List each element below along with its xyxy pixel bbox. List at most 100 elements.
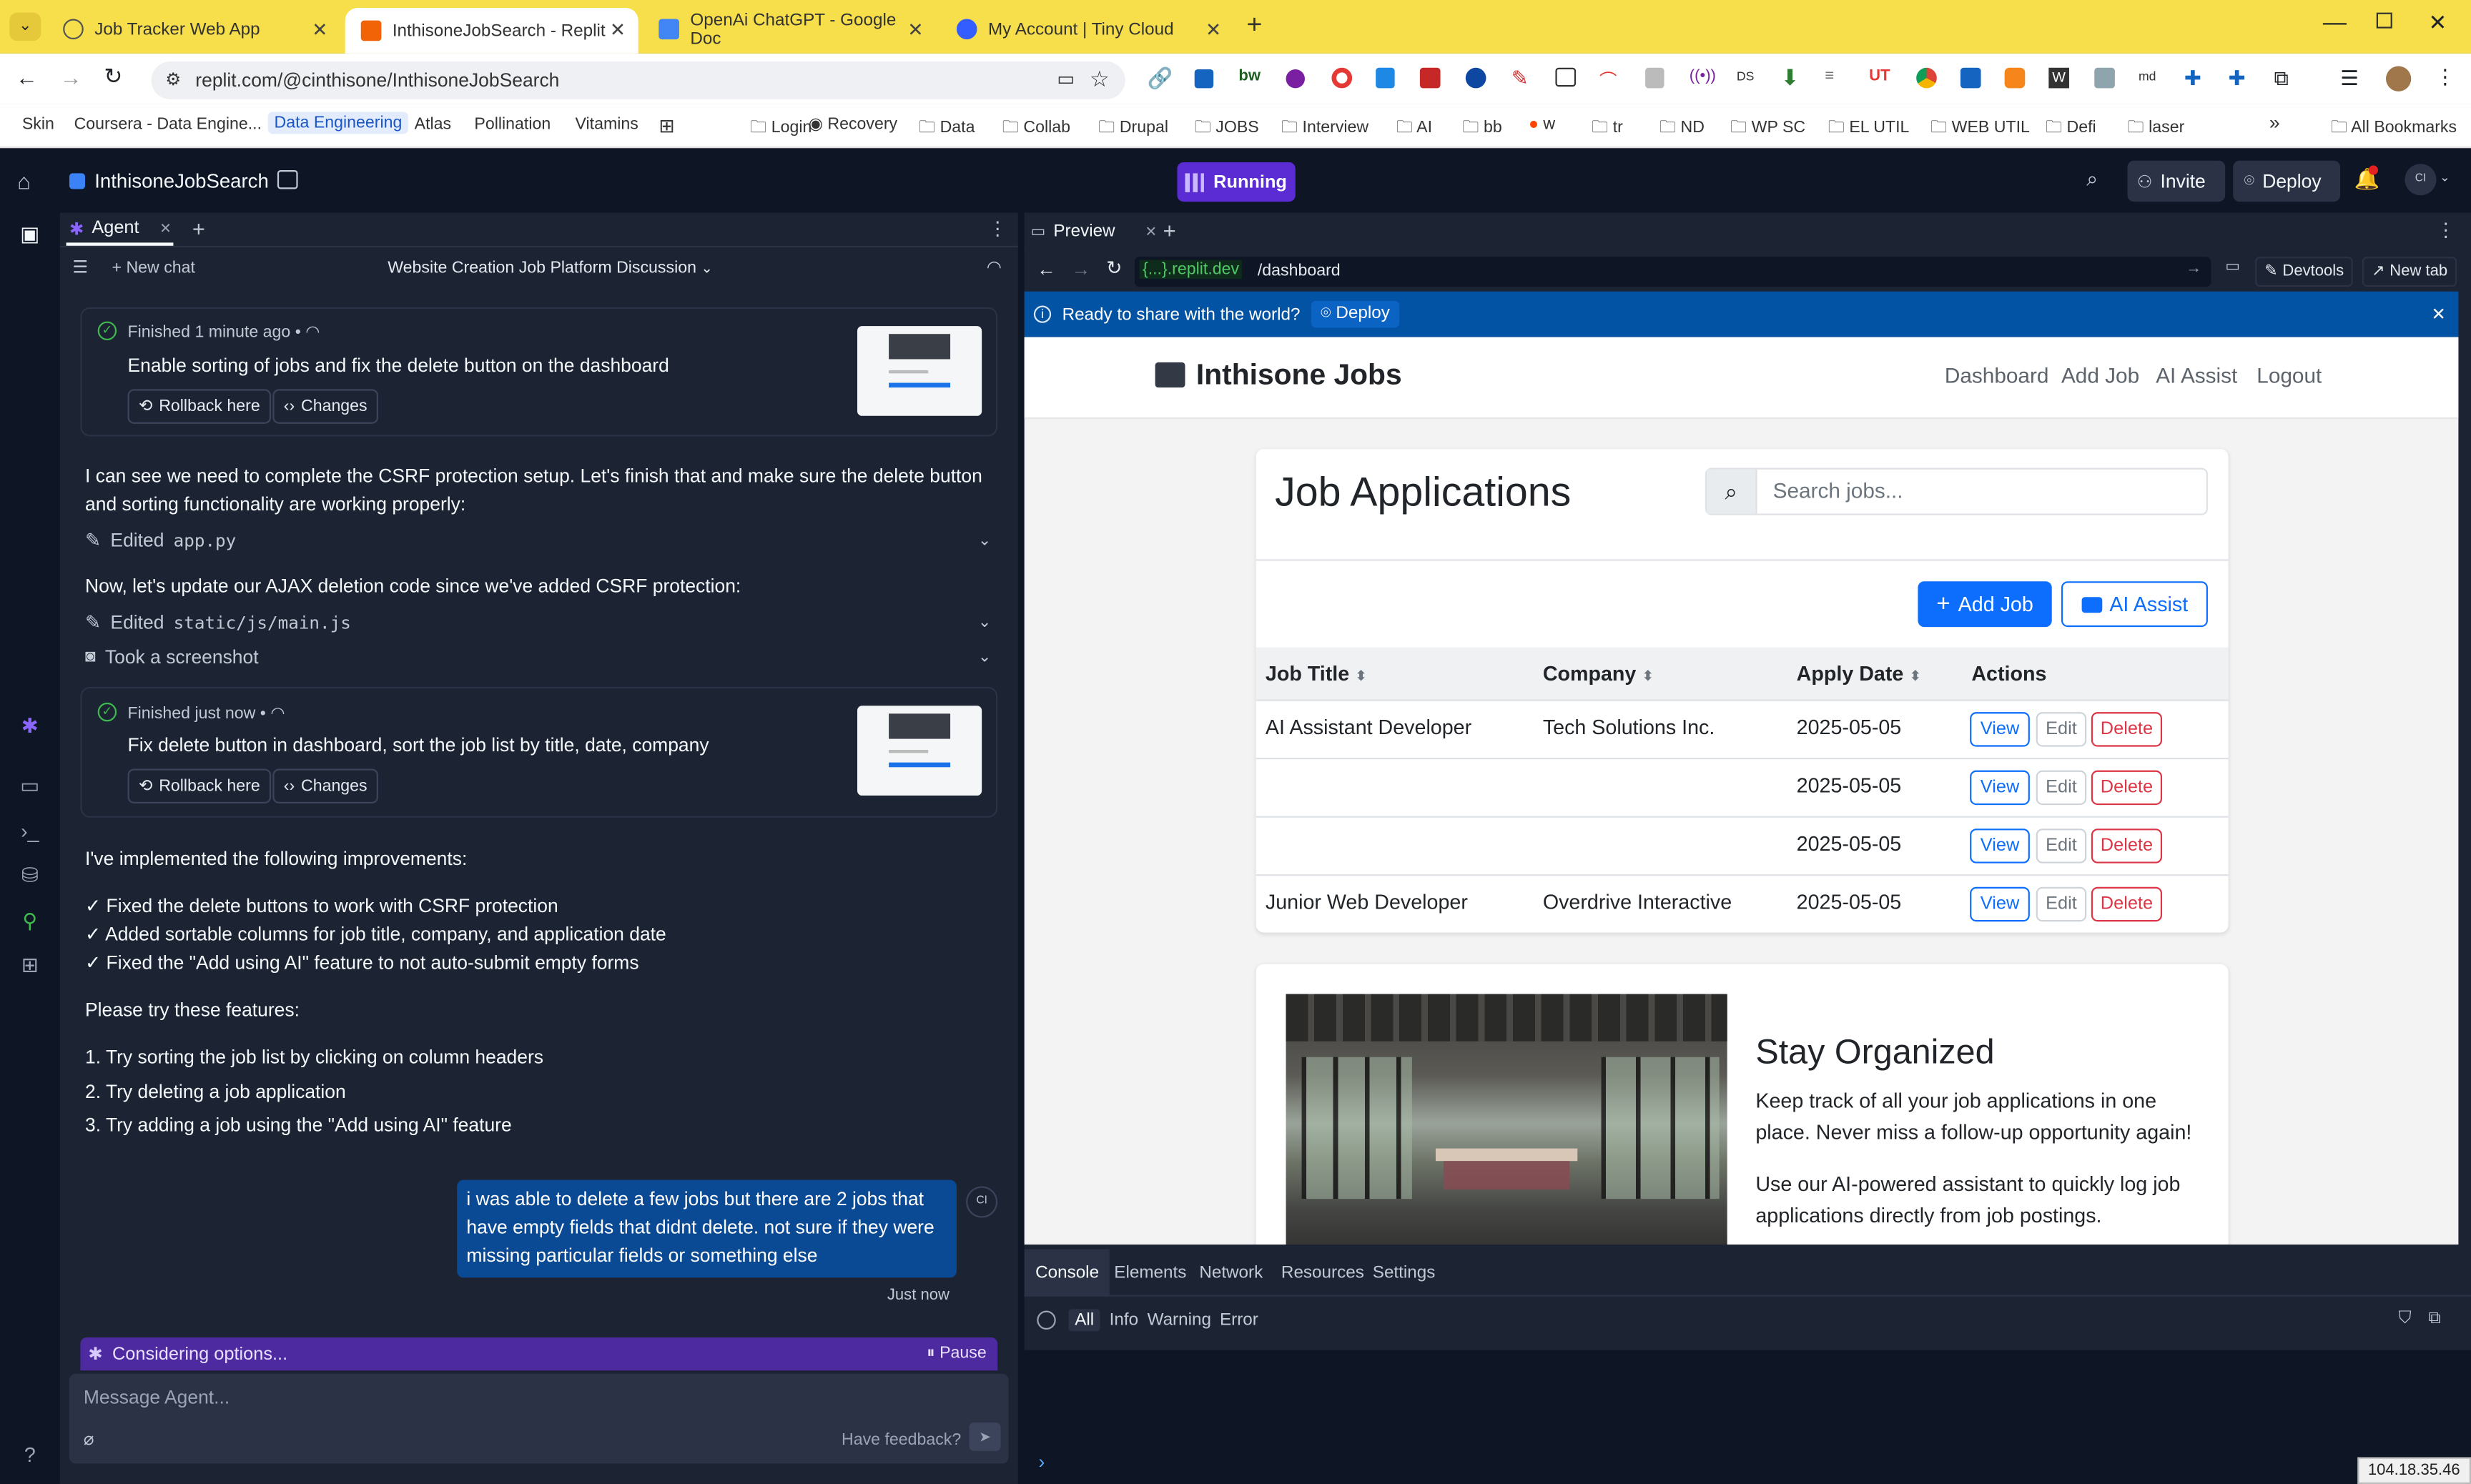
bw-extension-icon[interactable]: bw: [1238, 68, 1261, 85]
address-bar[interactable]: ⚙ replit.com/@cinthisone/InthisoneJobSea…: [151, 61, 1125, 99]
message-input[interactable]: Message Agent...: [84, 1386, 966, 1408]
chrome-extension-icon[interactable]: [1916, 67, 1937, 89]
filter-all[interactable]: All: [1068, 1309, 1100, 1332]
extension-icon[interactable]: md: [2139, 69, 2156, 84]
bookmark-folder[interactable]: 🗀 bb: [1462, 115, 1501, 144]
copy-icon[interactable]: ⧉: [2429, 1309, 2441, 1330]
bookmark-folder[interactable]: 🗀 Data: [919, 115, 975, 144]
changes-button[interactable]: ‹› Changes: [272, 389, 379, 424]
filter-icon[interactable]: ⛉: [2399, 1309, 2412, 1330]
nav-ai-assist[interactable]: AI Assist: [2156, 364, 2237, 387]
apps-grid-icon[interactable]: ⊞: [659, 115, 674, 137]
site-info-icon[interactable]: ⚙: [165, 69, 181, 89]
console-output[interactable]: ›: [1024, 1350, 2471, 1484]
rollback-button[interactable]: ⟲ Rollback here: [127, 389, 272, 424]
bookmark-item[interactable]: Pollination: [474, 115, 551, 134]
devtools-button[interactable]: ✎ Devtools: [2255, 257, 2354, 287]
profile-avatar[interactable]: [2386, 66, 2412, 91]
bookmark-folder[interactable]: 🗀 tr: [1592, 115, 1623, 144]
extension-icon[interactable]: [1960, 67, 1981, 89]
sort-header-title[interactable]: Job Title ⬍: [1266, 662, 1367, 686]
pen-extension-icon[interactable]: ✎: [1511, 66, 1529, 91]
tab-elements[interactable]: Elements: [1114, 1263, 1186, 1282]
tab-tiny-cloud[interactable]: My Account | Tiny Cloud ✕: [941, 8, 1234, 51]
bookmark-folder[interactable]: 🗀 WEB UTIL: [1930, 115, 2030, 144]
close-icon[interactable]: ✕: [610, 19, 626, 41]
view-button[interactable]: View: [1970, 770, 2030, 806]
bookmark-folder[interactable]: 🗀 ND: [1659, 115, 1705, 144]
tab-console[interactable]: Console: [1024, 1249, 1110, 1297]
delete-button[interactable]: Delete: [2091, 712, 2163, 747]
close-window-icon[interactable]: ✕: [2429, 9, 2447, 36]
bookmark-folder[interactable]: 🗀 Drupal: [1098, 115, 1168, 144]
close-icon[interactable]: ✕: [1145, 223, 1157, 240]
puzzle-icon[interactable]: ✚: [2229, 66, 2246, 91]
bookmark-folder[interactable]: 🗀 laser: [2128, 115, 2185, 144]
bookmark-item[interactable]: Data Engineering: [267, 112, 409, 134]
bookmark-item[interactable]: Coursera - Data Engine...: [74, 115, 262, 134]
delete-button[interactable]: Delete: [2091, 770, 2163, 806]
extension-icon[interactable]: [1286, 69, 1305, 89]
sort-header-company[interactable]: Company ⬍: [1543, 662, 1654, 686]
edit-button[interactable]: Edit: [2036, 886, 2087, 922]
close-icon[interactable]: ✕: [159, 219, 172, 237]
forward-icon[interactable]: →: [1072, 258, 1090, 280]
bookmark-folder[interactable]: 🗀 Login: [750, 115, 812, 144]
extension-icon[interactable]: [1465, 67, 1486, 89]
forward-icon[interactable]: →: [60, 64, 82, 89]
panel-menu-icon[interactable]: ⋮: [988, 217, 1007, 239]
preview-icon[interactable]: ▭: [17, 773, 42, 798]
bookmark-folder[interactable]: 🗀 WP SC: [1730, 115, 1805, 144]
extension-icon[interactable]: ((•)): [1690, 68, 1716, 85]
action-edited-mainjs[interactable]: ✎ Edited static/js/main.js ⌄: [85, 608, 991, 637]
puzzle-icon[interactable]: ✚: [2184, 66, 2201, 91]
delete-button[interactable]: Delete: [2091, 828, 2163, 864]
minimize-icon[interactable]: —: [2323, 9, 2347, 36]
panel-menu-icon[interactable]: ⋮: [2437, 219, 2455, 241]
close-icon[interactable]: ✕: [312, 19, 327, 41]
speedometer-icon[interactable]: ◠: [987, 257, 1002, 277]
tab-agent[interactable]: ✱ Agent ✕: [66, 214, 174, 246]
bookmark-folder[interactable]: ◉ Recovery: [809, 115, 897, 134]
new-tab-button[interactable]: ↗ New tab: [2362, 257, 2457, 287]
view-button[interactable]: View: [1970, 712, 2030, 747]
extension-icon[interactable]: UT: [1869, 68, 1890, 85]
bookmark-item[interactable]: Skin: [22, 115, 54, 134]
add-job-button[interactable]: + Add Job: [1918, 581, 2052, 628]
files-icon[interactable]: ▣: [17, 222, 42, 247]
share-deploy-button[interactable]: ⌾ Deploy: [1311, 300, 1400, 328]
send-button[interactable]: ➤: [969, 1423, 1001, 1451]
project-name[interactable]: InthisoneJobSearch: [94, 170, 269, 192]
feedback-link[interactable]: Have feedback?: [842, 1430, 961, 1449]
tab-search-icon[interactable]: ⌄: [9, 12, 41, 41]
add-tab-icon[interactable]: +: [192, 216, 205, 241]
run-status-button[interactable]: Running: [1177, 162, 1296, 202]
preview-address[interactable]: {...}.replit.dev /dashboard →: [1134, 257, 2211, 287]
account-avatar[interactable]: CI: [2405, 164, 2437, 196]
filter-error[interactable]: Error: [1220, 1311, 1258, 1330]
bookmark-star-icon[interactable]: ☆: [1090, 66, 1110, 93]
bookmark-item[interactable]: Vitamins: [575, 115, 638, 134]
bookmark-folder[interactable]: 🗀 Defi: [2046, 115, 2096, 144]
delete-button[interactable]: Delete: [2091, 886, 2163, 922]
sort-header-date[interactable]: Apply Date ⬍: [1797, 662, 1921, 686]
bookmark-folder[interactable]: 🗀 Interview: [1281, 115, 1368, 144]
ai-assist-button[interactable]: AI Assist: [2061, 581, 2208, 628]
chat-list-icon[interactable]: ☰: [72, 257, 88, 277]
action-edited-app[interactable]: ✎ Edited app.py ⌄: [85, 526, 991, 555]
edit-button[interactable]: Edit: [2036, 712, 2087, 747]
new-tab-icon[interactable]: +: [1246, 9, 1262, 41]
nav-dashboard[interactable]: Dashboard: [1945, 364, 2049, 387]
new-chat-button[interactable]: + New chat: [112, 258, 194, 277]
shell-icon[interactable]: ›_: [17, 819, 42, 844]
chat-title[interactable]: Website Creation Job Platform Discussion…: [388, 258, 713, 277]
extension-icon[interactable]: [1194, 69, 1214, 89]
extension-icon[interactable]: [1555, 67, 1577, 87]
tab-job-tracker[interactable]: Job Tracker Web App ✕: [47, 8, 340, 51]
add-tab-icon[interactable]: +: [1163, 217, 1176, 242]
go-icon[interactable]: →: [2186, 260, 2201, 277]
attach-icon[interactable]: ⌀: [84, 1429, 94, 1449]
bookmark-folder[interactable]: 🗀 AI: [1396, 115, 1432, 144]
edit-button[interactable]: Edit: [2036, 828, 2087, 864]
edit-button[interactable]: Edit: [2036, 770, 2087, 806]
